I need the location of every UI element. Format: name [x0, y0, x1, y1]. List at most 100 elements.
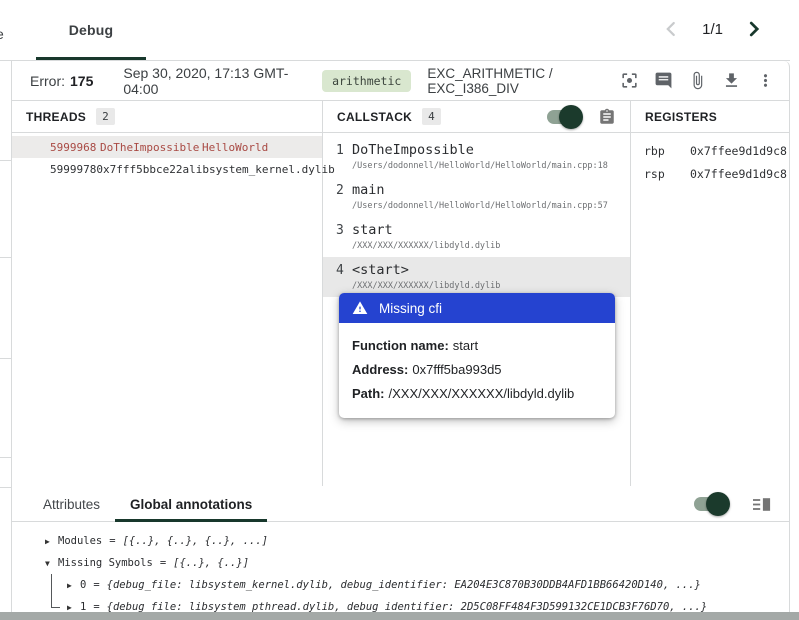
registers-list: rbp 0x7ffee9d1d9c8 rsp 0x7ffee9d1d9c8 [631, 139, 789, 185]
left-edge-strip [0, 61, 12, 612]
registers-panel: REGISTERS rbp 0x7ffee9d1d9c8 rsp 0x7ffee… [631, 101, 789, 486]
comment-icon[interactable] [654, 71, 673, 90]
thread-function: DoTheImpossible [100, 141, 202, 154]
chevron-right-icon[interactable] [743, 18, 765, 40]
callstack-panel: CALLSTACK 4 1 DoTheImpossible /Users/dod… [323, 101, 631, 486]
registers-header: REGISTERS [631, 101, 789, 133]
frame-path: /Users/dodonnell/HelloWorld/HelloWorld/m… [352, 201, 608, 211]
tree-value: [{..}, {..}, {..}, ...] [123, 535, 268, 547]
tree-row-symbol-0[interactable]: ▶ 0 = {debug_file: libsystem_kernel.dyli… [12, 574, 789, 596]
register-name: rbp [644, 144, 690, 158]
download-icon[interactable] [722, 71, 741, 90]
threads-panel: THREADS 2 5999968 DoTheImpossible HelloW… [12, 101, 323, 486]
side-panel-icon[interactable] [753, 496, 771, 513]
equals-sign: = [160, 557, 166, 569]
threads-header: THREADS 2 [12, 101, 322, 133]
callstack-header: CALLSTACK 4 [323, 101, 630, 133]
missing-cfi-tooltip: Missing cfi Function name:start Address:… [339, 293, 615, 418]
tooltip-field: Path: /XXX/XXX/XXXXXX/libdyld.dylib [352, 382, 602, 406]
annotations-tree: ▶ Modules = [{..}, {..}, {..}, ...] ▼ Mi… [12, 522, 789, 618]
tooltip-body: Function name:start Address:0x7fff5ba993… [339, 323, 615, 418]
toggle-knob [559, 105, 583, 129]
classifier-tag[interactable]: arithmetic [322, 70, 411, 92]
threads-list: 5999968 DoTheImpossible HelloWorld 59999… [12, 136, 322, 180]
frame-function: <start> [352, 262, 500, 278]
register-value: 0x7ffee9d1d9c8 [690, 167, 787, 181]
center-focus-icon[interactable] [620, 71, 639, 90]
window-bottom-edge [0, 612, 799, 620]
frame-index: 1 [336, 142, 352, 171]
frame-function: main [352, 182, 608, 198]
thread-module: HelloWorld [202, 141, 268, 154]
expand-arrow-icon[interactable]: ▶ [67, 581, 80, 590]
tab-global-annotations[interactable]: Global annotations [115, 487, 267, 521]
warning-icon [352, 300, 368, 316]
registers-title: REGISTERS [645, 110, 717, 124]
chevron-left-icon[interactable] [660, 18, 682, 40]
tree-row-modules[interactable]: ▶ Modules = [{..}, {..}, {..}, ...] [12, 530, 789, 552]
tree-value: {debug_file: libsystem_kernel.dylib, deb… [107, 579, 701, 591]
thread-row[interactable]: 5999978 0x7fff5bbce22a libsystem_kernel.… [12, 158, 322, 180]
annotations-panel: Attributes Global annotations ▶ Modules … [12, 487, 790, 612]
field-label: Function name: [352, 338, 449, 353]
error-header-row: Error: 175 Sep 30, 2020, 17:13 GMT-04:00… [12, 61, 789, 101]
clipboard-icon[interactable] [598, 108, 616, 126]
debugger-app: e Debug 1/1 Error: 175 Sep 30, 2020, 17:… [0, 0, 799, 620]
tooltip-field: Address:0x7fff5ba993d5 [352, 358, 602, 382]
callstack-frames: 1 DoTheImpossible /Users/dodonnell/Hello… [323, 137, 630, 297]
field-label: Path: [352, 386, 385, 401]
tree-label: Modules [58, 535, 102, 547]
frame-path: /XXX/XXX/XXXXXX/libdyld.dylib [352, 281, 500, 291]
threads-title: THREADS [26, 110, 86, 124]
frame-path: /XXX/XXX/XXXXXX/libdyld.dylib [352, 241, 500, 251]
stack-frame[interactable]: 3 start /XXX/XXX/XXXXXX/libdyld.dylib [323, 217, 630, 257]
equals-sign: = [93, 579, 99, 591]
toggle-knob [706, 492, 730, 516]
attachment-icon[interactable] [688, 71, 707, 90]
tree-row-missing-symbols[interactable]: ▼ Missing Symbols = [{..}, {..}] [12, 552, 789, 574]
threads-count-badge: 2 [96, 108, 115, 125]
expand-arrow-icon[interactable]: ▶ [45, 537, 58, 546]
panels-row: THREADS 2 5999968 DoTheImpossible HelloW… [12, 101, 789, 486]
page-indicator: 1/1 [702, 21, 723, 38]
register-value: 0x7ffee9d1d9c8 [690, 144, 787, 158]
error-timestamp: Sep 30, 2020, 17:13 GMT-04:00 [123, 65, 298, 97]
frame-path: /Users/dodonnell/HelloWorld/HelloWorld/m… [352, 161, 608, 171]
callstack-title: CALLSTACK [337, 110, 412, 124]
callstack-toggle[interactable] [547, 110, 580, 124]
stack-frame[interactable]: 4 <start> /XXX/XXX/XXXXXX/libdyld.dylib [323, 257, 630, 297]
pagination: 1/1 [660, 18, 765, 40]
top-tab-bar: e Debug 1/1 [0, 0, 799, 60]
thread-id: 5999968 [50, 141, 100, 154]
error-actions [620, 71, 775, 90]
tree-label: Missing Symbols [58, 557, 153, 569]
register-name: rsp [644, 167, 690, 181]
register-row: rsp 0x7ffee9d1d9c8 [631, 162, 789, 185]
tree-label: 0 [80, 579, 86, 591]
exception-codes: EXC_ARITHMETIC / EXC_I386_DIV [427, 66, 620, 96]
collapse-arrow-icon[interactable]: ▼ [45, 559, 58, 568]
thread-module: libsystem_kernel.dylib [189, 163, 335, 176]
frame-index: 2 [336, 182, 352, 211]
stack-frame[interactable]: 1 DoTheImpossible /Users/dodonnell/Hello… [323, 137, 630, 177]
bottom-tabs: Attributes Global annotations [12, 487, 789, 522]
frame-function: start [352, 222, 500, 238]
field-value: /XXX/XXX/XXXXXX/libdyld.dylib [389, 386, 575, 401]
tab-debug[interactable]: Debug [36, 0, 146, 60]
frame-function: DoTheImpossible [352, 142, 608, 158]
annotations-toggle[interactable] [694, 497, 727, 511]
error-label: Error: [30, 73, 65, 89]
partial-left-tab[interactable]: e [0, 26, 4, 42]
error-id: 175 [70, 73, 93, 89]
equals-sign: = [109, 535, 115, 547]
frame-index: 4 [336, 262, 352, 291]
tab-attributes[interactable]: Attributes [28, 487, 115, 521]
tree-value: [{..}, {..}] [173, 557, 249, 569]
more-vertical-icon[interactable] [756, 71, 775, 90]
thread-row[interactable]: 5999968 DoTheImpossible HelloWorld [12, 136, 322, 158]
field-label: Address: [352, 362, 408, 377]
stack-frame[interactable]: 2 main /Users/dodonnell/HelloWorld/Hello… [323, 177, 630, 217]
expand-arrow-icon[interactable]: ▶ [67, 603, 80, 612]
tooltip-title: Missing cfi [379, 301, 442, 316]
register-row: rbp 0x7ffee9d1d9c8 [631, 139, 789, 162]
